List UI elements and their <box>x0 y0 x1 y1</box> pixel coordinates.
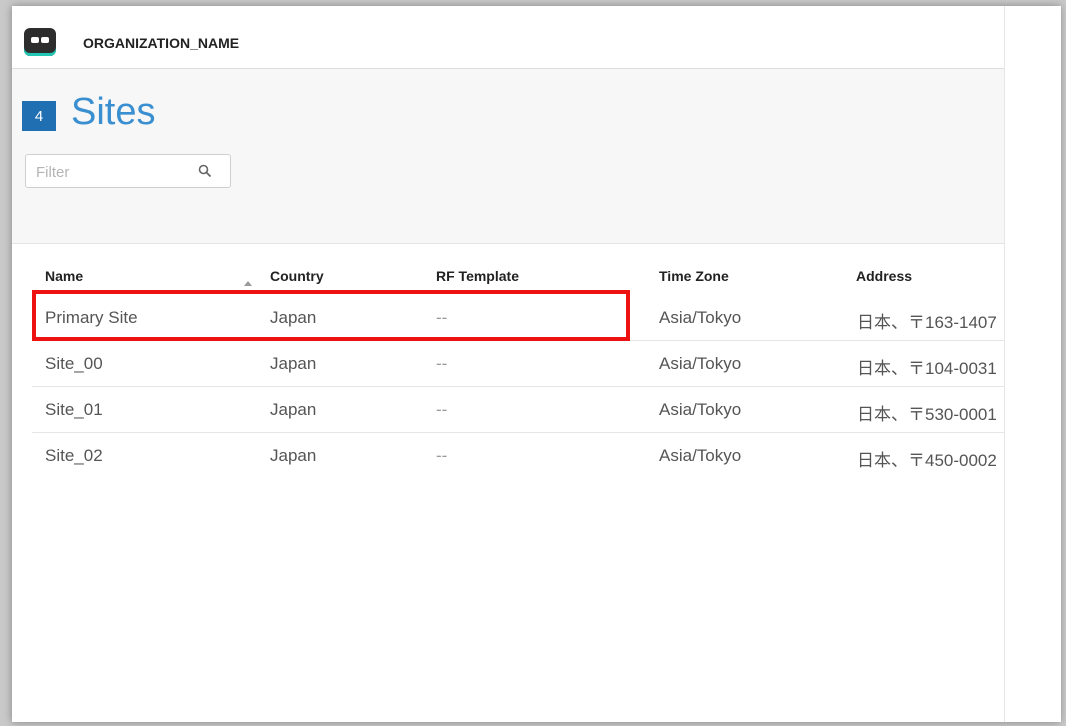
column-header-country[interactable]: Country <box>270 268 324 284</box>
sort-ascending-icon <box>244 281 252 286</box>
page-header: 4 Sites <box>12 69 1004 244</box>
cell-address: 日本、〒104-0031 <box>857 359 997 378</box>
cell-rf-template: -- <box>436 446 448 465</box>
right-panel <box>1004 6 1061 722</box>
cell-time-zone: Asia/Tokyo <box>659 308 742 327</box>
cell-name[interactable]: Site_00 <box>45 354 103 374</box>
page-title: Sites <box>71 91 156 133</box>
cell-address: 日本、〒530-0001 <box>857 405 997 424</box>
highlight-box <box>32 290 630 341</box>
cell-time-zone: Asia/Tokyo <box>659 354 742 373</box>
cell-address: 日本、〒163-1407 <box>857 313 997 332</box>
search-icon[interactable] <box>198 164 212 178</box>
table-row[interactable]: Site_02 Japan -- Asia/Tokyo 日本、〒450-0002 <box>32 432 1004 478</box>
filter-box[interactable] <box>25 154 231 188</box>
table-header: Name Country RF Template Time Zone Addre… <box>12 268 1004 288</box>
column-header-time-zone[interactable]: Time Zone <box>659 268 729 284</box>
cell-time-zone: Asia/Tokyo <box>659 400 742 419</box>
filter-input[interactable] <box>34 162 188 182</box>
cell-country: Japan <box>270 354 317 373</box>
column-header-name[interactable]: Name <box>45 268 83 284</box>
site-count-badge: 4 <box>22 101 56 131</box>
cell-rf-template: -- <box>436 400 448 419</box>
cell-name[interactable]: Site_02 <box>45 446 103 466</box>
table-row[interactable]: Site_00 Japan -- Asia/Tokyo 日本、〒104-0031 <box>32 340 1004 387</box>
cell-rf-template: -- <box>436 354 448 373</box>
column-header-rf-template[interactable]: RF Template <box>436 268 519 284</box>
app-window: ORGANIZATION_NAME 4 Sites Name Country R… <box>12 6 1060 722</box>
cell-country: Japan <box>270 446 317 465</box>
table-row[interactable]: Site_01 Japan -- Asia/Tokyo 日本、〒530-0001 <box>32 386 1004 433</box>
top-bar: ORGANIZATION_NAME <box>12 6 1004 69</box>
logo-eye-right <box>41 37 49 43</box>
cell-address: 日本、〒450-0002 <box>857 451 997 470</box>
column-header-address[interactable]: Address <box>856 268 912 284</box>
cell-name[interactable]: Site_01 <box>45 400 103 420</box>
robot-logo-icon[interactable] <box>24 28 56 56</box>
organization-name[interactable]: ORGANIZATION_NAME <box>83 35 239 51</box>
logo-eye-left <box>31 37 39 43</box>
cell-time-zone: Asia/Tokyo <box>659 446 742 465</box>
cell-country: Japan <box>270 400 317 419</box>
